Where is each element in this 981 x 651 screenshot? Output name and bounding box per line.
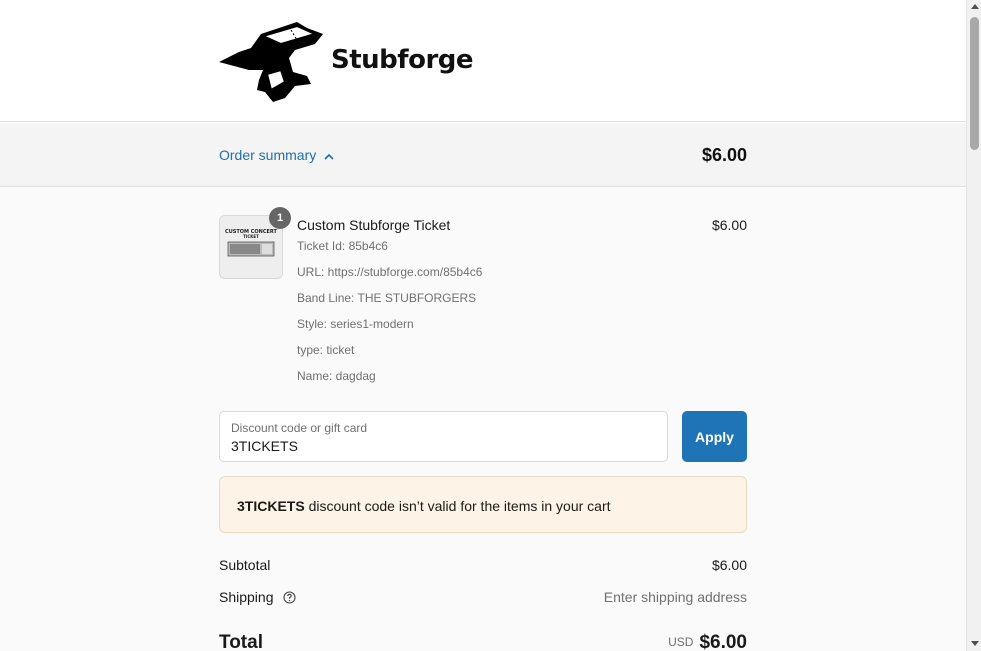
item-info: Custom Stubforge Ticket Ticket Id: 85b4c… <box>297 217 677 395</box>
order-summary-total: $6.00 <box>701 145 747 165</box>
discount-code-label: Discount code or gift card <box>231 421 368 435</box>
brand-name: Stubforge <box>331 45 474 75</box>
total-value: $6.00 <box>699 632 747 651</box>
alert-text: discount code isn’t valid for the items … <box>304 498 611 514</box>
item-property: Band Line: THE STUBFORGERS <box>297 291 477 305</box>
total-label: Total <box>219 632 263 651</box>
item-property: type: ticket <box>297 343 355 357</box>
discount-error-alert: 3TICKETS discount code isn’t valid for t… <box>219 476 747 533</box>
chevron-up-icon <box>324 147 334 163</box>
scroll-up-icon[interactable] <box>971 4 979 9</box>
product-thumbnail: CUSTOM CONCERT TICKET 1 <box>219 207 291 279</box>
order-summary-label: Order summary <box>219 147 317 163</box>
vertical-scrollbar[interactable] <box>966 0 981 651</box>
anvil-icon <box>219 22 323 102</box>
item-property: Name: dagdag <box>297 369 376 383</box>
item-title: Custom Stubforge Ticket <box>297 217 451 233</box>
item-property: Style: series1-modern <box>297 317 414 331</box>
currency-code: USD <box>668 635 694 649</box>
item-property: Ticket Id: 85b4c6 <box>297 239 388 253</box>
order-details: CUSTOM CONCERT TICKET 1 Custom Stubforge… <box>0 188 966 651</box>
total-row: Total USD $6.00 <box>219 632 747 651</box>
order-summary-bar: Order summary $6.00 <box>0 123 966 187</box>
apply-discount-button[interactable]: Apply <box>682 411 747 462</box>
total-amount: USD $6.00 <box>668 632 747 651</box>
subtotal-label: Subtotal <box>219 557 271 573</box>
svg-text:TICKET: TICKET <box>243 234 259 239</box>
subtotal-row: Subtotal $6.00 <box>219 557 747 573</box>
header: Stubforge <box>0 0 966 122</box>
scroll-thumb[interactable] <box>970 17 979 150</box>
order-summary-toggle[interactable]: Order summary <box>219 147 334 163</box>
shipping-value: Enter shipping address <box>603 589 747 605</box>
shipping-row: Shipping Enter shipping address <box>219 589 747 607</box>
quantity-badge: 1 <box>269 207 291 229</box>
scroll-down-icon[interactable] <box>971 641 979 646</box>
item-property: URL: https://stubforge.com/85b4c6 <box>297 265 483 279</box>
discount-code-field[interactable]: Discount code or gift card 3TICKETS <box>219 411 668 462</box>
item-price: $6.00 <box>711 217 747 233</box>
question-circle-icon[interactable] <box>283 591 296 607</box>
alert-message: 3TICKETS discount code isn’t valid for t… <box>237 498 611 514</box>
alert-code: 3TICKETS <box>237 498 305 514</box>
shipping-label: Shipping <box>219 589 274 605</box>
subtotal-value: $6.00 <box>711 557 747 573</box>
discount-code-value[interactable]: 3TICKETS <box>231 438 298 454</box>
brand-logo[interactable]: Stubforge <box>219 18 474 102</box>
